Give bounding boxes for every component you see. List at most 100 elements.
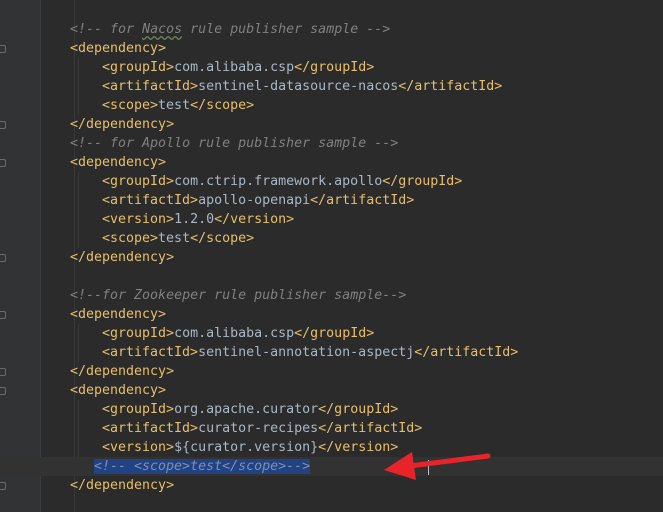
code-line[interactable]: <!-- for Apollo rule publisher sample --… <box>0 134 663 153</box>
xml-open-tag: <groupId> <box>102 174 175 189</box>
code-line-content: <artifactId>apollo-openapi</artifactId> <box>102 191 414 210</box>
xml-open-tag: <groupId> <box>102 402 175 417</box>
code-line-content: <groupId>com.alibaba.csp</groupId> <box>102 324 374 343</box>
code-line[interactable]: <!--for Zookeeper rule publisher sample-… <box>0 286 663 305</box>
code-line[interactable]: </dependency> <box>0 476 663 495</box>
code-line[interactable]: <artifactId>sentinel-annotation-aspectj<… <box>0 343 663 362</box>
xml-tag: </dependency> <box>70 364 175 379</box>
xml-value: org.apache.curator <box>174 402 319 417</box>
code-line[interactable]: <artifactId>apollo-openapi</artifactId> <box>0 191 663 210</box>
code-line[interactable]: <groupId>com.alibaba.csp</groupId> <box>0 324 663 343</box>
xml-open-tag: <artifactId> <box>102 421 199 436</box>
code-line[interactable]: <artifactId>curator-recipes</artifactId> <box>0 419 663 438</box>
code-line-content: <dependency> <box>70 39 166 58</box>
xml-value: 1.2.0 <box>174 212 215 227</box>
code-line[interactable]: <scope>test</scope> <box>0 96 663 115</box>
code-line[interactable]: <dependency> <box>0 39 663 58</box>
code-line-content: <groupId>com.alibaba.csp</groupId> <box>102 58 374 77</box>
xml-value: com.alibaba.csp <box>174 60 295 75</box>
code-editor[interactable]: <!-- for Nacos rule publisher sample -->… <box>0 0 663 512</box>
code-line[interactable]: </dependency> <box>0 248 663 267</box>
xml-close-tag: </version> <box>214 212 295 227</box>
code-line[interactable]: <version>1.2.0</version> <box>0 210 663 229</box>
xml-close-tag: </groupId> <box>294 60 375 75</box>
code-line-content: <scope>test</scope> <box>102 229 254 248</box>
spellcheck-underline: Nacos <box>142 22 183 37</box>
xml-close-tag: </scope> <box>190 98 255 113</box>
xml-tag: <dependency> <box>70 307 167 322</box>
xml-tag: </dependency> <box>70 117 175 132</box>
xml-comment: <!--for Zookeeper rule publisher sample-… <box>70 288 407 303</box>
code-line-content: <version>1.2.0</version> <box>102 210 294 229</box>
xml-close-tag: </groupId> <box>294 326 375 341</box>
xml-comment: <!-- for Nacos rule publisher sample --> <box>70 22 391 37</box>
xml-comment: <!-- for Apollo rule publisher sample --… <box>70 136 399 151</box>
xml-value: ${curator.version} <box>174 440 319 455</box>
code-line-content: <groupId>com.ctrip.framework.apollo</gro… <box>102 172 462 191</box>
selected-comment: <!-- <scope>test</scope>--> <box>94 459 311 474</box>
code-line-content: <artifactId>sentinel-annotation-aspectj<… <box>102 343 518 362</box>
code-line[interactable]: <groupId>com.ctrip.framework.apollo</gro… <box>0 172 663 191</box>
xml-tag: <dependency> <box>70 41 167 56</box>
xml-tag: </dependency> <box>70 478 175 493</box>
code-line-content: </dependency> <box>70 248 174 267</box>
code-line[interactable]: <groupId>org.apache.curator</groupId> <box>0 400 663 419</box>
xml-tag: </dependency> <box>70 250 175 265</box>
code-line-content: </dependency> <box>70 476 174 495</box>
code-line[interactable]: <version>${curator.version}</version> <box>0 438 663 457</box>
xml-value: test <box>158 98 191 113</box>
code-line-content: <!-- for Apollo rule publisher sample --… <box>70 134 398 153</box>
xml-close-tag: </artifactId> <box>414 345 519 360</box>
code-line[interactable]: <!-- for Nacos rule publisher sample --> <box>0 20 663 39</box>
code-line-content: <artifactId>curator-recipes</artifactId> <box>102 419 422 438</box>
xml-tag: <dependency> <box>70 155 167 170</box>
code-line-content: <version>${curator.version}</version> <box>102 438 398 457</box>
xml-close-tag: </artifactId> <box>318 421 423 436</box>
code-line-content: <artifactId>sentinel-datasource-nacos</a… <box>102 77 502 96</box>
xml-value: com.ctrip.framework.apollo <box>174 174 383 189</box>
xml-open-tag: <scope> <box>102 98 159 113</box>
code-line-content: <scope>test</scope> <box>102 96 254 115</box>
xml-open-tag: <scope> <box>102 231 159 246</box>
xml-close-tag: </version> <box>318 440 399 455</box>
xml-value: curator-recipes <box>198 421 319 436</box>
code-line-content: <dependency> <box>70 153 166 172</box>
code-line[interactable]: </dependency> <box>0 362 663 381</box>
xml-value: test <box>158 231 191 246</box>
xml-close-tag: </groupId> <box>318 402 399 417</box>
code-line-content: <!-- for Nacos rule publisher sample --> <box>70 20 390 39</box>
code-line[interactable]: <dependency> <box>0 153 663 172</box>
xml-value: apollo-openapi <box>198 193 311 208</box>
code-line[interactable]: </dependency> <box>0 115 663 134</box>
code-line-content: </dependency> <box>70 362 174 381</box>
code-line-content: </dependency> <box>70 115 174 134</box>
code-line[interactable]: <dependency> <box>0 381 663 400</box>
xml-tag: <dependency> <box>70 383 167 398</box>
code-line-content: <groupId>org.apache.curator</groupId> <box>102 400 398 419</box>
xml-open-tag: <artifactId> <box>102 193 199 208</box>
xml-close-tag: </scope> <box>190 231 255 246</box>
code-line[interactable]: <groupId>com.alibaba.csp</groupId> <box>0 58 663 77</box>
xml-open-tag: <artifactId> <box>102 79 199 94</box>
xml-open-tag: <version> <box>102 440 175 455</box>
code-line[interactable]: <artifactId>sentinel-datasource-nacos</a… <box>0 77 663 96</box>
xml-close-tag: </artifactId> <box>398 79 503 94</box>
xml-value: sentinel-datasource-nacos <box>198 79 399 94</box>
code-line-content: <dependency> <box>70 305 166 324</box>
code-line[interactable]: <dependency> <box>0 305 663 324</box>
xml-close-tag: </artifactId> <box>310 193 415 208</box>
xml-open-tag: <groupId> <box>102 326 175 341</box>
xml-value: com.alibaba.csp <box>174 326 295 341</box>
xml-value: sentinel-annotation-aspectj <box>198 345 415 360</box>
code-line[interactable]: <scope>test</scope> <box>0 229 663 248</box>
code-line-content: <dependency> <box>70 381 166 400</box>
xml-open-tag: <artifactId> <box>102 345 199 360</box>
xml-open-tag: <version> <box>102 212 175 227</box>
code-line-content: <!-- <scope>test</scope>--> <box>94 457 311 476</box>
code-line[interactable] <box>0 267 663 286</box>
text-caret <box>428 460 429 475</box>
code-line-content: <!--for Zookeeper rule publisher sample-… <box>70 286 406 305</box>
code-line[interactable]: <!-- <scope>test</scope>--> <box>0 457 663 476</box>
xml-open-tag: <groupId> <box>102 60 175 75</box>
xml-close-tag: </groupId> <box>382 174 463 189</box>
